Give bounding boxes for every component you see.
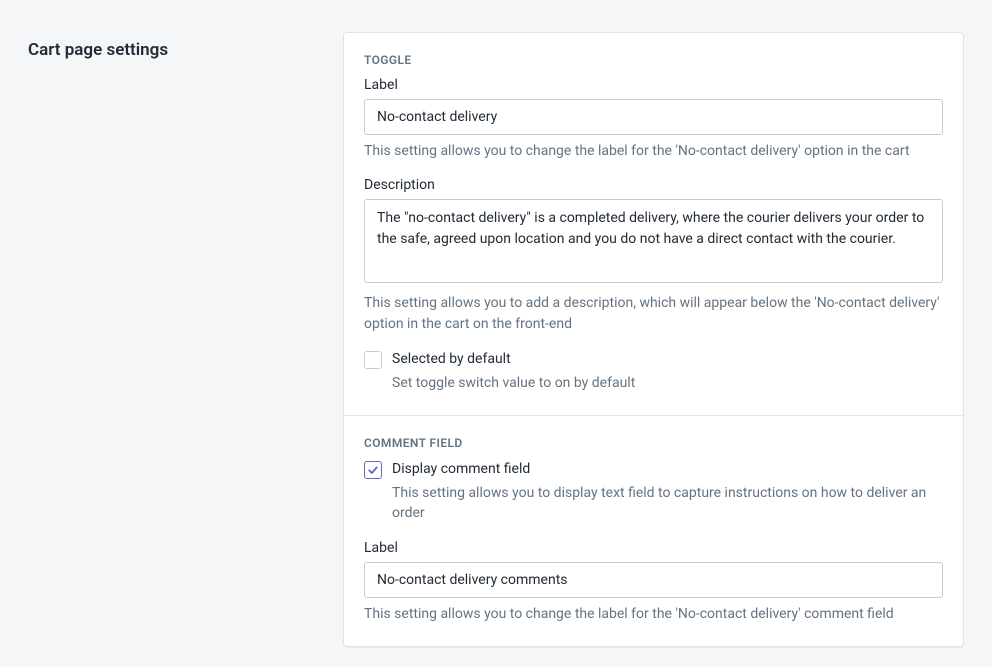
toggle-label-label: Label [364,77,943,93]
display-comment-field: Display comment field This setting allow… [364,460,943,523]
toggle-description-label: Description [364,177,943,193]
checkmark-icon [367,464,379,476]
toggle-description-textarea[interactable] [364,199,943,283]
toggle-description-help: This setting allows you to add a descrip… [364,293,943,334]
comment-label-label: Label [364,540,943,556]
comment-label-help: This setting allows you to change the la… [364,604,943,624]
toggle-section-header: Toggle [364,53,943,67]
comment-section-header: Comment field [364,436,943,450]
comment-label-field: Label This setting allows you to change … [364,540,943,624]
selected-by-default-help: Set toggle switch value to on by default [392,373,943,393]
toggle-label-field: Label This setting allows you to change … [364,77,943,161]
page-title: Cart page settings [28,40,323,60]
display-comment-field-label: Display comment field [392,460,943,479]
selected-by-default-label: Selected by default [392,350,943,369]
settings-sidebar: Cart page settings [28,32,323,60]
comment-label-input[interactable] [364,562,943,598]
toggle-label-input[interactable] [364,99,943,135]
settings-card: Toggle Label This setting allows you to … [343,32,964,647]
toggle-label-help: This setting allows you to change the la… [364,141,943,161]
display-comment-field-help: This setting allows you to display text … [392,483,943,524]
display-comment-field-checkbox[interactable] [364,461,382,479]
toggle-description-field: Description This setting allows you to a… [364,177,943,334]
comment-field-section: Comment field Display comment field This… [344,415,963,646]
cart-page-settings-region: Cart page settings Toggle Label This set… [0,0,992,667]
selected-by-default-checkbox[interactable] [364,351,382,369]
toggle-section: Toggle Label This setting allows you to … [344,33,963,415]
toggle-default-field: Selected by default Set toggle switch va… [364,350,943,393]
